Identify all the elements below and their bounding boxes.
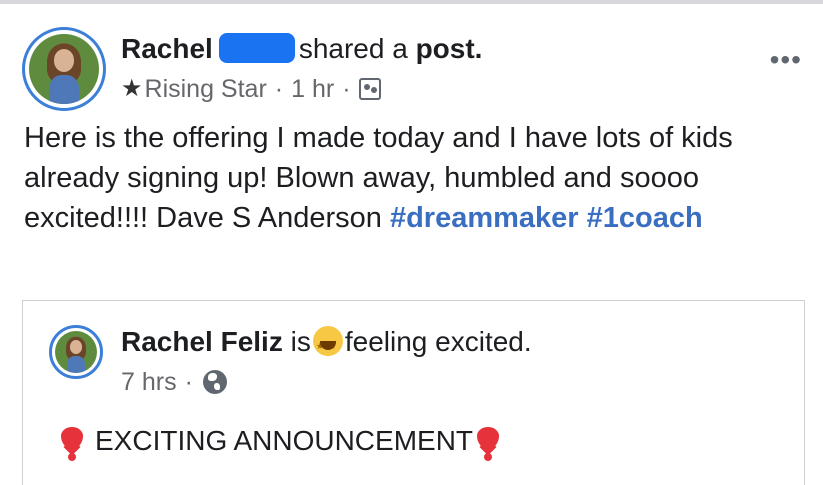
post-link[interactable]: post. (416, 33, 483, 64)
separator-dot: · (274, 75, 284, 103)
shared-post-card[interactable]: Rachel Feliz isfeeling excited. 7 hrs · … (22, 300, 805, 485)
post-body: Here is the offering I made today and I … (24, 118, 804, 238)
separator-dot: · (342, 75, 351, 103)
globe-icon (202, 370, 227, 394)
author-line: Rachel shared a post. (121, 32, 482, 66)
post-meta: ★ Rising Star · 1 hr · (121, 74, 381, 104)
hashtag-dreammaker[interactable]: #dreammaker (390, 202, 579, 234)
separator-dot: · (184, 368, 193, 396)
shared-post-meta: 7 hrs · (121, 367, 227, 397)
shared-author-avatar[interactable] (49, 325, 103, 379)
heart-exclamation-icon (61, 423, 83, 461)
action-text: shared a (298, 33, 408, 64)
announcement-line: EXCITING ANNOUNCEMENT (61, 423, 500, 461)
shared-author-name[interactable]: Rachel Feliz (121, 326, 283, 357)
badge-label[interactable]: Rising Star (145, 74, 267, 104)
post-timestamp[interactable]: 1 hr (291, 74, 334, 104)
top-divider (0, 0, 823, 4)
heart-exclamation-icon (477, 423, 500, 461)
rising-star-icon: ★ (121, 75, 143, 102)
group-icon (358, 78, 381, 100)
shared-post-timestamp[interactable]: 7 hrs (121, 367, 177, 397)
author-avatar[interactable] (22, 27, 106, 111)
more-options-button[interactable]: ••• (770, 44, 802, 76)
feeling-text: feeling excited. (344, 326, 532, 357)
shared-author-line: Rachel Feliz is feeling excited. (121, 325, 532, 363)
author-name[interactable]: Rachel (121, 33, 213, 64)
star-struck-emoji-icon (312, 326, 343, 363)
announcement-text: EXCITING ANNOUNCEMENT (95, 425, 474, 456)
redacted-surname (218, 33, 295, 63)
hashtag-1coach[interactable]: #1coach (587, 202, 703, 234)
connector-text: is (290, 326, 311, 357)
post-header: Rachel shared a post. ★ Rising Star · 1 h… (22, 22, 812, 112)
